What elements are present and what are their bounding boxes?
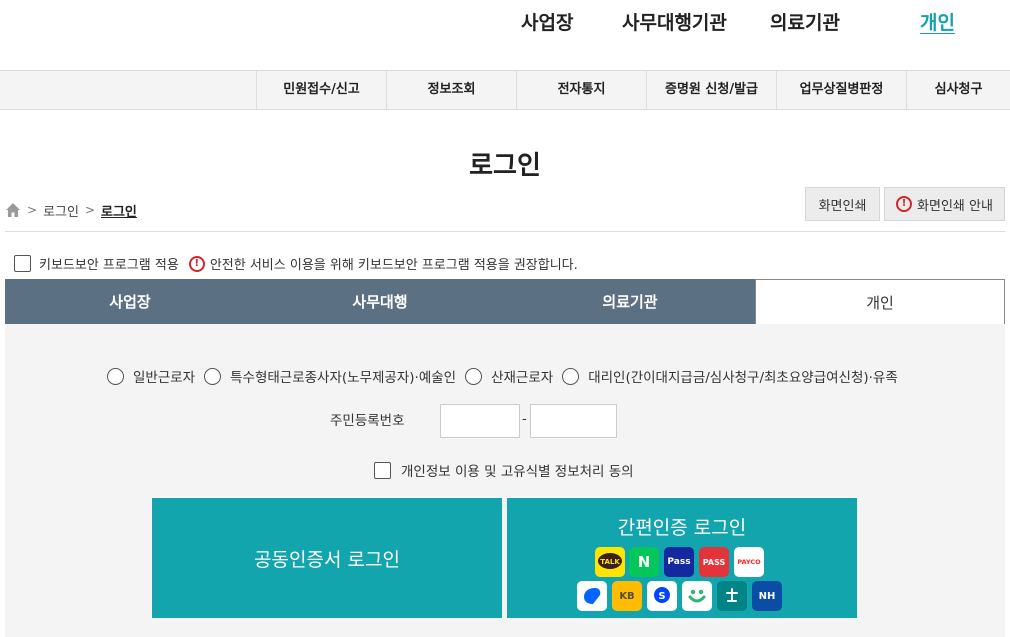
- login-type-tabs: 사업장 사무대행 의료기관 개인: [5, 279, 1005, 324]
- rrn-label: 주민등록번호: [330, 413, 405, 429]
- rrn-back-input[interactable]: [530, 404, 617, 438]
- topnav-medical[interactable]: 의료기관: [770, 8, 840, 35]
- rrn-separator: -: [522, 412, 527, 427]
- radio-injured-worker[interactable]: 산재근로자: [465, 366, 553, 386]
- nh-bank-icon[interactable]: NH: [752, 581, 782, 611]
- radio-button[interactable]: [465, 367, 483, 385]
- radio-button[interactable]: [562, 367, 580, 385]
- user-type-nav: 사업장 사무대행기관 의료기관 개인: [0, 0, 1010, 70]
- radio-button[interactable]: [204, 367, 222, 385]
- radio-label: 특수형태근로종사자(노무제공자)·예술인: [230, 370, 457, 386]
- main-menu: 민원접수/신고 정보조회 전자통지 증명원 신청/발급 업무상질병판정 심사청구: [0, 70, 1010, 110]
- keyboard-security-checkbox[interactable]: [14, 255, 31, 272]
- keyboard-security-row: 키보드보안 프로그램 적용 ! 안전한 서비스 이용을 위해 키보드보안 프로그…: [14, 254, 578, 273]
- rrn-front-input[interactable]: [440, 404, 520, 438]
- radio-special-worker[interactable]: 특수형태근로종사자(노무제공자)·예술인: [204, 366, 456, 386]
- topnav-personal[interactable]: 개인: [920, 8, 955, 35]
- consent-row[interactable]: 개인정보 이용 및 고유식별 정보처리 동의: [374, 460, 634, 480]
- radio-general-worker[interactable]: 일반근로자: [107, 366, 195, 386]
- breadcrumb: > 로그인 > 로그인: [5, 200, 137, 220]
- print-button[interactable]: 화면인쇄: [805, 187, 880, 221]
- menu-item[interactable]: 민원접수/신고: [256, 71, 386, 109]
- keyboard-security-label: 키보드보안 프로그램 적용: [39, 258, 179, 273]
- breadcrumb-item[interactable]: 로그인: [43, 201, 79, 220]
- consent-checkbox[interactable]: [374, 461, 391, 479]
- menu-item[interactable]: 전자통지: [516, 71, 646, 109]
- simple-auth-login-button[interactable]: 간편인증 로그인 TALK N Pass PASS PAYCO KB S NH: [507, 498, 857, 618]
- page: 사업장 사무대행기관 의료기관 개인 민원접수/신고 정보조회 전자통지 증명원…: [0, 0, 1010, 637]
- kakaotalk-icon[interactable]: TALK: [595, 547, 625, 577]
- menu-item[interactable]: 정보조회: [386, 71, 516, 109]
- payco-icon[interactable]: PAYCO: [734, 547, 764, 577]
- page-title: 로그인: [469, 151, 541, 181]
- kakaobank-smile-icon[interactable]: [682, 581, 712, 611]
- kb-bank-icon[interactable]: KB: [612, 581, 642, 611]
- home-icon[interactable]: [5, 202, 21, 218]
- tab-personal[interactable]: 개인: [755, 279, 1005, 324]
- simple-auth-title: 간편인증 로그인: [617, 517, 747, 539]
- alert-icon: !: [896, 196, 913, 212]
- menu-item[interactable]: 업무상질병판정: [776, 71, 906, 109]
- print-guide-label: 화면인쇄 안내: [917, 198, 993, 214]
- consent-label: 개인정보 이용 및 고유식별 정보처리 동의: [401, 464, 634, 480]
- samsung-pass-icon[interactable]: Pass: [664, 547, 694, 577]
- divider: [5, 231, 1005, 232]
- hana-bank-icon[interactable]: [717, 581, 747, 611]
- toss-icon[interactable]: [577, 581, 607, 611]
- tab-business[interactable]: 사업장: [5, 279, 255, 324]
- certificate-login-button[interactable]: 공동인증서 로그인: [152, 498, 502, 618]
- tab-medical[interactable]: 의료기관: [505, 279, 755, 324]
- radio-label: 대리인(간이대지급금/심사청구/최초요양급여신청)·유족: [588, 370, 898, 386]
- radio-agent[interactable]: 대리인(간이대지급금/심사청구/최초요양급여신청)·유족: [562, 366, 898, 386]
- pass-icon[interactable]: PASS: [699, 547, 729, 577]
- provider-label: TALK: [600, 558, 620, 566]
- keyboard-security-notice: 안전한 서비스 이용을 위해 키보드보안 프로그램 적용을 권장합니다.: [209, 258, 578, 273]
- shinhan-bank-icon[interactable]: S: [647, 581, 677, 611]
- chevron-right-icon: >: [84, 203, 96, 217]
- alert-icon: !: [188, 255, 205, 272]
- menu-item[interactable]: 증명원 신청/발급: [646, 71, 776, 109]
- provider-label: S: [658, 591, 665, 602]
- topnav-agency[interactable]: 사무대행기관: [622, 8, 727, 35]
- menu-item[interactable]: 심사청구: [906, 71, 1010, 109]
- topnav-business[interactable]: 사업장: [521, 8, 573, 35]
- naver-icon[interactable]: N: [629, 547, 659, 577]
- radio-label: 산재근로자: [491, 370, 554, 386]
- chevron-right-icon: >: [27, 203, 38, 217]
- radio-label: 일반근로자: [133, 370, 196, 386]
- print-guide-button[interactable]: ! 화면인쇄 안내: [884, 187, 1005, 221]
- radio-button[interactable]: [107, 367, 124, 385]
- breadcrumb-current: 로그인: [101, 204, 137, 220]
- tab-agency[interactable]: 사무대행: [255, 279, 505, 324]
- user-category-radios: 일반근로자 특수형태근로종사자(노무제공자)·예술인 산재근로자 대리인(간이대…: [107, 366, 907, 386]
